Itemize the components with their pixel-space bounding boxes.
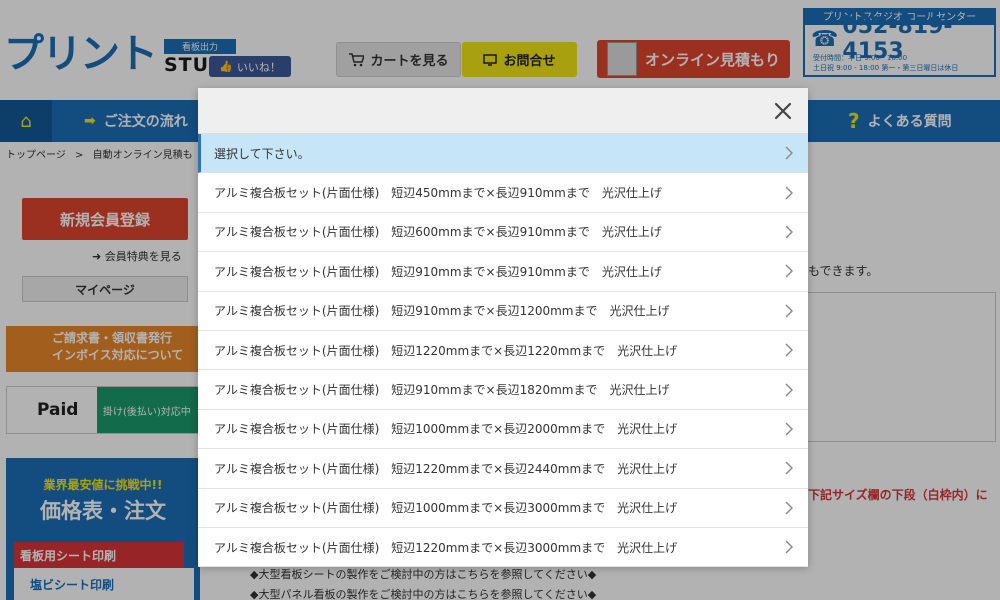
option-list: 選択して下さい。アルミ複合板セット(片面仕様) 短辺450mmまで×長辺910m… — [198, 134, 808, 568]
option-label: アルミ複合板セット(片面仕様) 短辺1000mmまで×長辺2000mmまで 光沢… — [214, 422, 678, 437]
option-label: アルミ複合板セット(片面仕様) 短辺600mmまで×長辺910mmまで 光沢仕上… — [214, 225, 662, 240]
chevron-right-icon — [785, 343, 793, 357]
option-label: アルミ複合板セット(片面仕様) 短辺910mmまで×長辺1200mmまで 光沢仕… — [214, 304, 670, 319]
chevron-right-icon — [785, 264, 793, 278]
chevron-right-icon — [785, 383, 793, 397]
modal-header — [198, 88, 808, 134]
option-label: アルミ複合板セット(片面仕様) 短辺910mmまで×長辺910mmまで 光沢仕上… — [214, 264, 662, 279]
chevron-right-icon — [785, 304, 793, 318]
option-item[interactable]: アルミ複合板セット(片面仕様) 短辺1220mmまで×長辺2440mmまで 光沢… — [198, 449, 808, 489]
option-item[interactable]: アルミ複合板セット(片面仕様) 短辺910mmまで×長辺1820mmまで 光沢仕… — [198, 370, 808, 410]
option-label: アルミ複合板セット(片面仕様) 短辺1220mmまで×長辺3000mmまで 光沢… — [214, 540, 678, 555]
option-label: アルミ複合板セット(片面仕様) 短辺1000mmまで×長辺3000mmまで 光沢… — [214, 501, 678, 516]
option-label: アルミ複合板セット(片面仕様) 短辺910mmまで×長辺1820mmまで 光沢仕… — [214, 383, 670, 398]
chevron-right-icon — [785, 422, 793, 436]
option-label: アルミ複合板セット(片面仕様) 短辺450mmまで×長辺910mmまで 光沢仕上… — [214, 186, 662, 201]
option-item[interactable]: アルミ複合板セット(片面仕様) 短辺1000mmまで×長辺3000mmまで 光沢… — [198, 489, 808, 528]
option-item[interactable]: アルミ複合板セット(片面仕様) 短辺1220mmまで×長辺1220mmまで 光沢… — [198, 331, 808, 371]
close-button[interactable] — [768, 96, 798, 126]
close-icon — [774, 102, 792, 120]
option-label: 選択して下さい。 — [214, 146, 310, 161]
option-item[interactable]: アルミ複合板セット(片面仕様) 短辺910mmまで×長辺910mmまで 光沢仕上… — [198, 252, 808, 292]
chevron-right-icon — [785, 146, 793, 160]
chevron-right-icon — [785, 540, 793, 554]
chevron-right-icon — [785, 461, 793, 475]
option-item[interactable]: アルミ複合板セット(片面仕様) 短辺1220mmまで×長辺3000mmまで 光沢… — [198, 528, 808, 568]
chevron-right-icon — [785, 186, 793, 200]
option-label: アルミ複合板セット(片面仕様) 短辺1220mmまで×長辺2440mmまで 光沢… — [214, 461, 678, 476]
select-modal: 選択して下さい。アルミ複合板セット(片面仕様) 短辺450mmまで×長辺910m… — [198, 88, 808, 568]
option-placeholder[interactable]: 選択して下さい。 — [198, 134, 808, 174]
option-item[interactable]: アルミ複合板セット(片面仕様) 短辺910mmまで×長辺1200mmまで 光沢仕… — [198, 292, 808, 331]
chevron-right-icon — [785, 501, 793, 515]
option-item[interactable]: アルミ複合板セット(片面仕様) 短辺450mmまで×長辺910mmまで 光沢仕上… — [198, 173, 808, 213]
option-item[interactable]: アルミ複合板セット(片面仕様) 短辺1000mmまで×長辺2000mmまで 光沢… — [198, 410, 808, 450]
option-item[interactable]: アルミ複合板セット(片面仕様) 短辺600mmまで×長辺910mmまで 光沢仕上… — [198, 213, 808, 253]
chevron-right-icon — [785, 225, 793, 239]
option-label: アルミ複合板セット(片面仕様) 短辺1220mmまで×長辺1220mmまで 光沢… — [214, 343, 678, 358]
